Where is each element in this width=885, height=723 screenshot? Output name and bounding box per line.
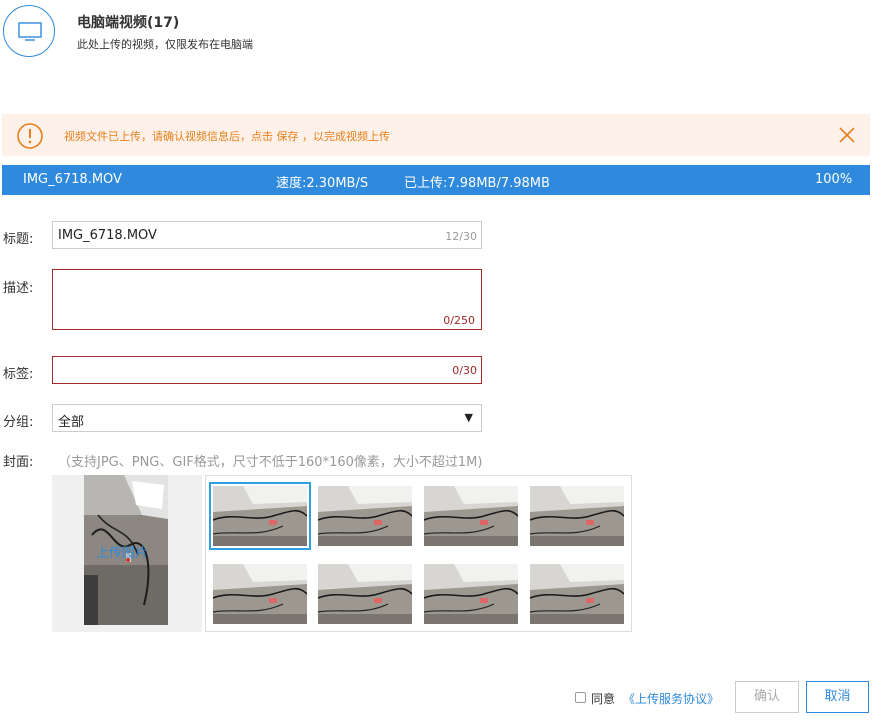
group-selected-value: 全部	[58, 415, 85, 430]
monitor-icon	[18, 22, 42, 41]
thumbnail-4[interactable]	[530, 486, 624, 546]
agree-label: 同意	[591, 692, 616, 706]
cover-label: 封面:	[3, 455, 34, 470]
thumbnail-1[interactable]	[209, 482, 311, 550]
title-input[interactable]: IMG_6718.MOV 12/30	[52, 221, 482, 249]
caret-down-icon: ▼	[464, 411, 473, 424]
upload-progress-bar: IMG_6718.MOV 速度:2.30MB/S 已上传:7.98MB/7.98…	[2, 165, 870, 195]
thumbnail-grid	[205, 475, 632, 632]
tags-label: 标签:	[3, 367, 34, 382]
group-label: 分组:	[3, 415, 34, 430]
video-frame-graphic	[213, 486, 307, 546]
cover-format-hint: （支持JPG、PNG、GIF格式，尺寸不低于160*160像素，大小不超过1M)	[58, 455, 483, 470]
desc-label: 描述:	[3, 281, 34, 296]
cancel-button[interactable]: 取消	[806, 681, 869, 713]
thumbnail-3[interactable]	[424, 486, 518, 546]
page-subtitle: 此处上传的视频，仅限发布在电脑端	[77, 38, 253, 51]
video-frame-graphic	[318, 564, 412, 624]
upload-speed: 速度:2.30MB/S	[276, 176, 369, 191]
video-frame-graphic	[424, 486, 518, 546]
video-frame-graphic	[213, 564, 307, 624]
notice-text: 视频文件已上传，请确认视频信息后，点击 保存 ，以完成视频上传	[64, 130, 390, 143]
title-label: 标题:	[3, 232, 34, 247]
video-frame-graphic	[530, 564, 624, 624]
upload-notice: 视频文件已上传，请确认视频信息后，点击 保存 ，以完成视频上传	[2, 114, 870, 156]
confirm-button[interactable]: 确认	[735, 681, 799, 713]
cover-upload-area[interactable]: 上传图片	[52, 475, 202, 632]
video-frame-graphic	[530, 486, 624, 546]
thumbnail-7[interactable]	[424, 564, 518, 624]
video-frame-graphic	[318, 486, 412, 546]
thumbnail-6[interactable]	[318, 564, 412, 624]
agree-checkbox[interactable]	[575, 692, 586, 703]
thumbnail-5[interactable]	[213, 564, 307, 624]
upload-percent: 100%	[815, 172, 853, 187]
page-title: 电脑端视频(17)	[77, 15, 180, 31]
group-select[interactable]: 全部 ▼	[52, 404, 482, 432]
service-agreement-link[interactable]: 《上传服务协议》	[623, 690, 719, 707]
title-input-value: IMG_6718.MOV	[58, 228, 157, 243]
video-frame-graphic	[424, 564, 518, 624]
desc-char-count: 0/250	[443, 314, 475, 327]
warning-icon	[17, 123, 43, 149]
tags-input[interactable]: 0/30	[52, 356, 482, 384]
upload-cover-button[interactable]: 上传图片	[96, 542, 148, 561]
thumbnail-2[interactable]	[318, 486, 412, 546]
video-type-badge	[3, 5, 55, 57]
upload-size: 已上传:7.98MB/7.98MB	[404, 176, 550, 191]
upload-filename: IMG_6718.MOV	[23, 172, 122, 187]
thumbnail-8[interactable]	[530, 564, 624, 624]
title-char-count: 12/30	[445, 230, 477, 243]
close-icon[interactable]	[837, 125, 857, 145]
tags-char-count: 0/30	[452, 364, 477, 377]
description-textarea[interactable]: 0/250	[52, 269, 482, 330]
